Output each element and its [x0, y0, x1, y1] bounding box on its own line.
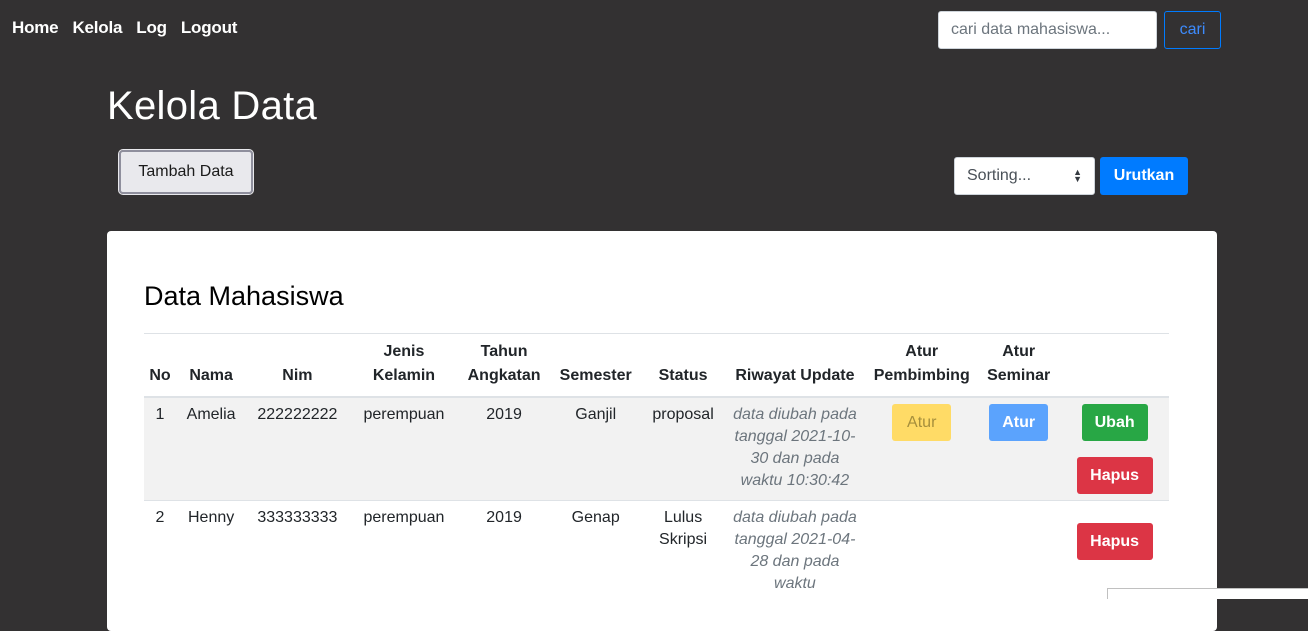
sort-select-value: Sorting...: [967, 167, 1032, 184]
row-actions: Ubah Hapus: [1064, 404, 1165, 494]
nav-kelola[interactable]: Kelola: [72, 18, 122, 38]
header-nama: Nama: [175, 333, 247, 398]
header-jenis-kelamin: Jenis Kelamin: [348, 333, 460, 398]
header-tahun-angkatan: Tahun Angkatan: [459, 333, 549, 398]
sort-button[interactable]: Urutkan: [1100, 157, 1188, 195]
header-nim: Nim: [246, 333, 349, 398]
add-data-button[interactable]: Tambah Data: [118, 149, 254, 195]
header-status: Status: [642, 333, 724, 398]
hapus-button[interactable]: Hapus: [1076, 523, 1153, 560]
cell-atur-seminar: Atur: [977, 396, 1061, 501]
cell-riwayat: data diubah pada tanggal 2021-10-30 dan …: [723, 396, 867, 501]
cell-jenis-kelamin: perempuan: [348, 396, 460, 501]
header-atur-pembimbing: Atur Pembimbing: [866, 333, 978, 398]
cell-nama: Amelia: [175, 396, 247, 501]
card-title: Data Mahasiswa: [144, 281, 344, 311]
header-no: No: [144, 333, 176, 398]
header-atur-seminar: Atur Seminar: [977, 333, 1061, 398]
nav-home[interactable]: Home: [12, 18, 59, 38]
cell-atur-pembimbing: Atur: [866, 396, 978, 501]
table-row: 2 Henny 333333333 perempuan 2019 Genap L…: [144, 500, 1169, 601]
ubah-button[interactable]: Ubah: [1081, 404, 1148, 441]
row-actions: Hapus: [1064, 507, 1165, 560]
cell-actions: Hapus: [1060, 500, 1169, 601]
cell-nim: 222222222: [246, 396, 349, 501]
table-header-row: No Nama Nim Jenis Kelamin Tahun Angkatan…: [144, 333, 1169, 398]
nav-logout[interactable]: Logout: [181, 18, 238, 38]
header-actions: [1060, 333, 1169, 398]
sort-select[interactable]: Sorting... ▲ ▼: [954, 157, 1095, 195]
cell-status: proposal: [642, 396, 724, 501]
top-nav: Home Kelola Log Logout: [12, 18, 237, 38]
select-arrows-icon: ▲ ▼: [1073, 167, 1082, 184]
nav-log[interactable]: Log: [136, 18, 167, 38]
cell-semester: Ganjil: [548, 396, 643, 501]
cell-jenis-kelamin: perempuan: [348, 500, 460, 601]
cell-nama: Henny: [175, 500, 247, 601]
cell-nim: 333333333: [246, 500, 349, 601]
cell-riwayat: data diubah pada tanggal 2021-04-28 dan …: [723, 500, 867, 601]
student-table: No Nama Nim Jenis Kelamin Tahun Angkatan…: [144, 333, 1169, 601]
data-card: Data Mahasiswa No Nama Nim Jenis Kelamin…: [107, 231, 1217, 631]
page-title: Kelola Data: [107, 84, 318, 128]
cell-atur-seminar: [977, 500, 1061, 601]
cell-atur-pembimbing: [866, 500, 978, 601]
table-row: 1 Amelia 222222222 perempuan 2019 Ganjil…: [144, 396, 1169, 501]
header-riwayat-update: Riwayat Update: [723, 333, 867, 398]
atur-pembimbing-button[interactable]: Atur: [892, 404, 952, 441]
hapus-button[interactable]: Hapus: [1076, 457, 1153, 494]
cell-no: 1: [144, 396, 176, 501]
atur-seminar-button[interactable]: Atur: [989, 404, 1049, 441]
cell-actions: Ubah Hapus: [1060, 396, 1169, 501]
cell-tahun-angkatan: 2019: [459, 500, 549, 601]
header-semester: Semester: [548, 333, 643, 398]
cell-status: Lulus Skripsi: [642, 500, 724, 601]
cell-no: 2: [144, 500, 176, 601]
search-button[interactable]: cari: [1164, 11, 1221, 49]
cell-semester: Genap: [548, 500, 643, 601]
cell-tahun-angkatan: 2019: [459, 396, 549, 501]
search-input[interactable]: [938, 11, 1157, 49]
